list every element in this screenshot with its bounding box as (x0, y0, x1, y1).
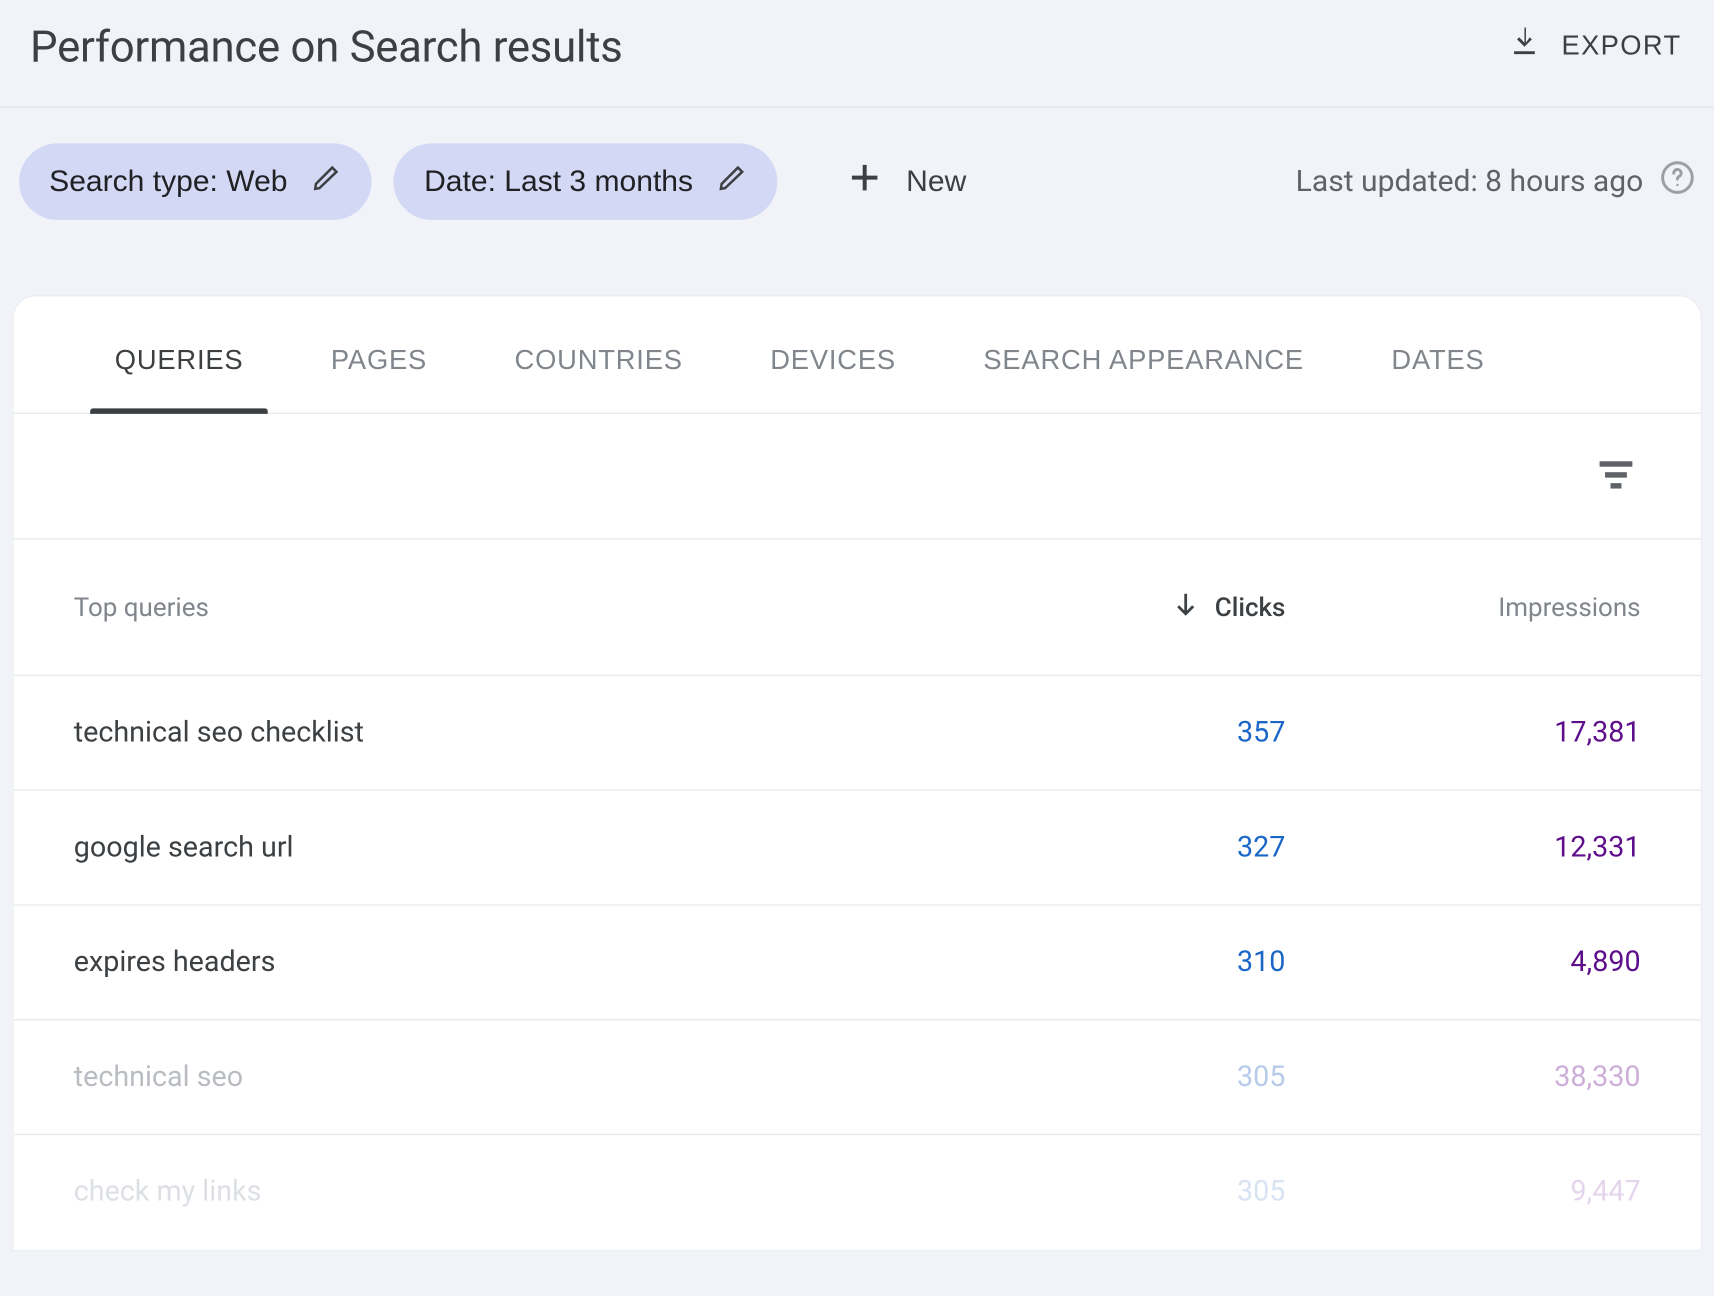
tab-queries[interactable]: QUERIES (109, 337, 249, 412)
chip-label: Search type: Web (49, 164, 287, 200)
export-label: EXPORT (1562, 31, 1682, 62)
table-row[interactable]: check my links 305 9,447 (14, 1135, 1701, 1250)
tab-label: COUNTRIES (515, 346, 683, 376)
tab-search-appearance[interactable]: SEARCH APPEARANCE (978, 337, 1310, 412)
last-updated-text: Last updated: 8 hours ago (1296, 165, 1644, 199)
column-header-queries[interactable]: Top queries (74, 591, 930, 622)
cell-query: google search url (74, 831, 930, 864)
chip-label: Date: Last 3 months (424, 164, 693, 200)
cell-impressions: 12,331 (1285, 831, 1640, 864)
page-title: Performance on Search results (30, 20, 623, 72)
cell-impressions: 17,381 (1285, 716, 1640, 749)
cell-clicks: 357 (930, 716, 1285, 749)
cell-clicks: 327 (930, 831, 1285, 864)
tab-pages[interactable]: PAGES (325, 337, 432, 412)
tab-label: DEVICES (770, 346, 896, 376)
tab-label: DATES (1391, 346, 1484, 376)
cell-impressions: 38,330 (1285, 1061, 1640, 1094)
cell-query: technical seo checklist (74, 716, 930, 749)
table-row[interactable]: google search url 327 12,331 (14, 791, 1701, 906)
column-label: Impressions (1498, 591, 1640, 622)
tab-label: QUERIES (115, 346, 244, 376)
cell-query: expires headers (74, 946, 930, 979)
cell-impressions: 9,447 (1285, 1176, 1640, 1209)
table-filter-button[interactable] (1586, 444, 1646, 508)
help-icon[interactable] (1660, 160, 1696, 204)
page-header: Performance on Search results EXPORT (0, 0, 1714, 108)
last-updated: Last updated: 8 hours ago (1296, 160, 1696, 204)
download-icon (1507, 25, 1543, 69)
column-header-impressions[interactable]: Impressions (1285, 591, 1640, 622)
cell-clicks: 310 (930, 946, 1285, 979)
filter-chip-search-type[interactable]: Search type: Web (19, 143, 372, 219)
pencil-icon (718, 163, 748, 201)
export-button[interactable]: EXPORT (1504, 16, 1684, 76)
tab-countries[interactable]: COUNTRIES (509, 337, 688, 412)
cell-query: technical seo (74, 1061, 930, 1094)
cell-impressions: 4,890 (1285, 946, 1640, 979)
tab-label: PAGES (331, 346, 427, 376)
filter-bar: Search type: Web Date: Last 3 months New… (0, 108, 1714, 297)
table-toolbar (14, 414, 1701, 540)
new-filter-label: New (906, 164, 966, 200)
pencil-icon (312, 163, 342, 201)
tab-dates[interactable]: DATES (1386, 337, 1490, 412)
column-header-clicks[interactable]: Clicks (930, 589, 1285, 626)
cell-query: check my links (74, 1176, 930, 1209)
tab-label: SEARCH APPEARANCE (983, 346, 1304, 376)
add-filter-button[interactable]: New (827, 158, 985, 204)
queries-card: QUERIES PAGES COUNTRIES DEVICES SEARCH A… (14, 296, 1701, 1249)
table-row[interactable]: technical seo 305 38,330 (14, 1020, 1701, 1135)
filter-icon (1594, 479, 1638, 499)
table-row[interactable]: expires headers 310 4,890 (14, 906, 1701, 1021)
tab-devices[interactable]: DEVICES (765, 337, 902, 412)
sort-desc-icon (1171, 589, 1201, 626)
plus-icon (846, 158, 884, 204)
filter-chip-date[interactable]: Date: Last 3 months (394, 143, 778, 219)
column-label: Clicks (1215, 591, 1286, 622)
cell-clicks: 305 (930, 1061, 1285, 1094)
tabs: QUERIES PAGES COUNTRIES DEVICES SEARCH A… (14, 296, 1701, 413)
cell-clicks: 305 (930, 1176, 1285, 1209)
table-row[interactable]: technical seo checklist 357 17,381 (14, 676, 1701, 791)
table-header: Top queries Clicks Impressions (14, 540, 1701, 677)
